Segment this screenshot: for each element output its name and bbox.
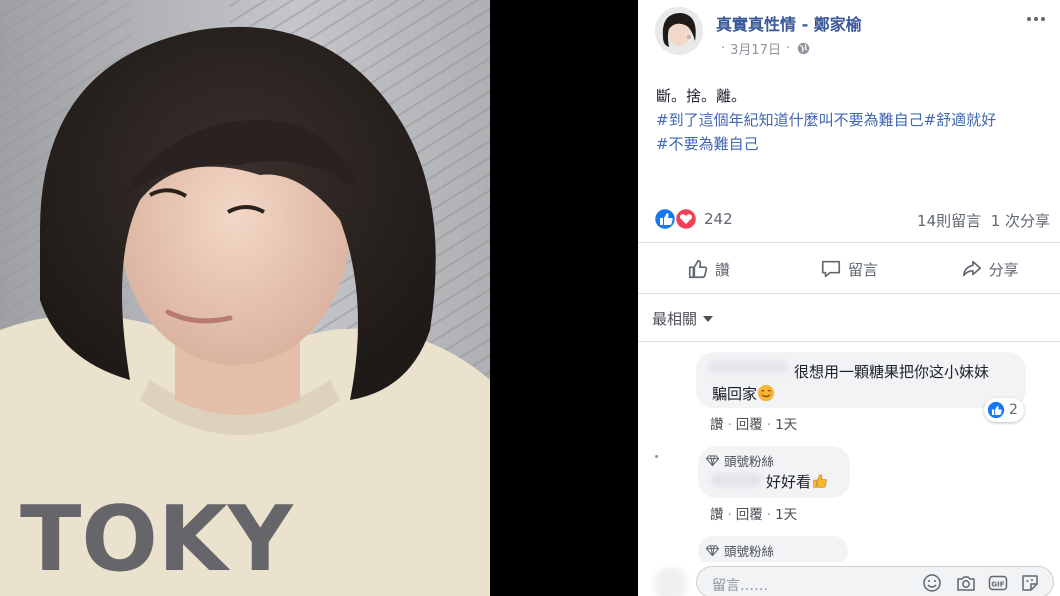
smiling-face-emoji-icon [757,384,775,402]
svg-text:TOKY: TOKY [20,487,295,592]
more-dot [1034,17,1038,21]
post-date[interactable]: 3月17日 [730,39,781,58]
top-fan-badge: 頭號粉絲 [706,541,774,560]
decorative-dot [655,455,658,458]
hashtag-line[interactable]: #不要為難自己 [656,132,1056,156]
comment-count[interactable]: 14則留言 [917,212,981,230]
like-reaction-icon [987,401,1005,419]
comment-composer: 留言…… GIF [638,562,1060,596]
post-text: 斷。捨。離。 #到了這個年紀知道什麼叫不要為難自己#舒適就好 #不要為難自己 [656,84,1056,156]
share-button[interactable]: 分享 [919,246,1060,292]
diamond-icon [706,545,719,557]
divider [638,242,1060,243]
page-name-link[interactable]: 真實真性情 - 鄭家榆 [716,11,862,35]
post-photo[interactable]: TOKY [0,0,490,596]
hashtag-line[interactable]: #到了這個年紀知道什麼叫不要為難自己#舒適就好 [656,108,1056,132]
comment-button[interactable]: 留言 [779,246,920,292]
share-label: 分享 [988,260,1019,279]
post-panel: 真實真性情 - 鄭家榆 · 3月17日 · 斷。捨。離。 #到了這個年紀知道什麼… [638,0,1060,596]
reaction-icons[interactable] [654,207,702,231]
top-fan-label: 頭號粉絲 [724,454,775,469]
like-button[interactable]: 讚 [638,246,779,292]
share-arrow-icon [962,260,981,277]
comment-reply-link[interactable]: 回覆 [736,507,763,523]
post-meta: · 3月17日 · [716,39,810,58]
diamond-icon [706,455,719,467]
comment-label: 留言 [848,260,879,279]
comment-text-part: 騙回家 [712,385,758,403]
like-label: 讚 [714,260,730,279]
comment-actions: 讚 · 回覆 · 1天 [710,417,798,433]
more-dot [1041,17,1045,21]
comment-actions: 讚 · 回覆 · 1天 [710,507,798,523]
speech-bubble-icon [821,260,841,278]
comment-share-counts: 14則留言 1 次分享 [917,210,1050,231]
action-bar: 讚 留言 分享 [638,246,1060,292]
comment-input-placeholder: 留言…… [712,578,768,594]
globe-icon[interactable] [797,42,810,55]
sort-label: 最相關 [652,310,698,328]
gif-icon[interactable]: GIF [988,573,1008,593]
comment-text-line: 騙回家 [712,383,1012,405]
photo-gutter [490,0,638,596]
photo-image: TOKY [0,0,490,596]
svg-text:GIF: GIF [991,581,1004,589]
comment-text: 很想用一顆糖果把你这小妹妹 騙回家 [712,361,1012,405]
comment-sort-dropdown[interactable]: 最相關 [652,308,714,329]
share-count[interactable]: 1 次分享 [991,212,1050,230]
meta-separator: · [721,41,726,56]
meta-separator: · [785,41,791,56]
thumbs-up-icon [688,259,707,279]
more-dot [1027,17,1031,21]
divider [638,293,1060,294]
photo-viewer: TOKY 真實真性情 - 鄭家榆 · 3月17日 · 斷。捨。離。 #到了這個年… [0,0,1060,596]
more-options-icon[interactable] [1024,11,1048,27]
comment-reaction-count: 2 [1009,402,1018,418]
thumbs-up-emoji-icon [813,474,827,488]
caret-down-icon [703,315,714,322]
smiley-icon[interactable] [922,573,942,593]
comment-text-part: 好好看 [766,473,812,491]
page-avatar[interactable] [655,7,703,55]
comment-like-link[interactable]: 讚 [710,417,724,433]
viewer-avatar [654,567,688,596]
comment-text-line: 很想用一顆糖果把你这小妹妹 [794,363,990,381]
reaction-count[interactable]: 242 [704,210,733,228]
avatar-image [655,7,703,55]
reaction-summary: 242 14則留言 1 次分享 [654,207,1050,231]
comment-time[interactable]: 1天 [775,507,797,523]
comment-reply-link[interactable]: 回覆 [736,417,763,433]
comment-like-link[interactable]: 讚 [710,507,724,523]
comment-reaction-badge[interactable]: 2 [984,398,1024,422]
comment-time[interactable]: 1天 [775,417,797,433]
camera-icon[interactable] [956,573,976,593]
post-header: 真實真性情 - 鄭家榆 · 3月17日 · [638,0,1060,70]
sticker-icon[interactable] [1020,573,1040,593]
commenter-name-blurred [710,473,762,487]
top-fan-badge: 頭號粉絲 [706,451,774,470]
post-text-line: 斷。捨。離。 [656,87,747,105]
top-fan-label: 頭號粉絲 [724,544,775,559]
comment-text: 好好看 [766,471,829,492]
